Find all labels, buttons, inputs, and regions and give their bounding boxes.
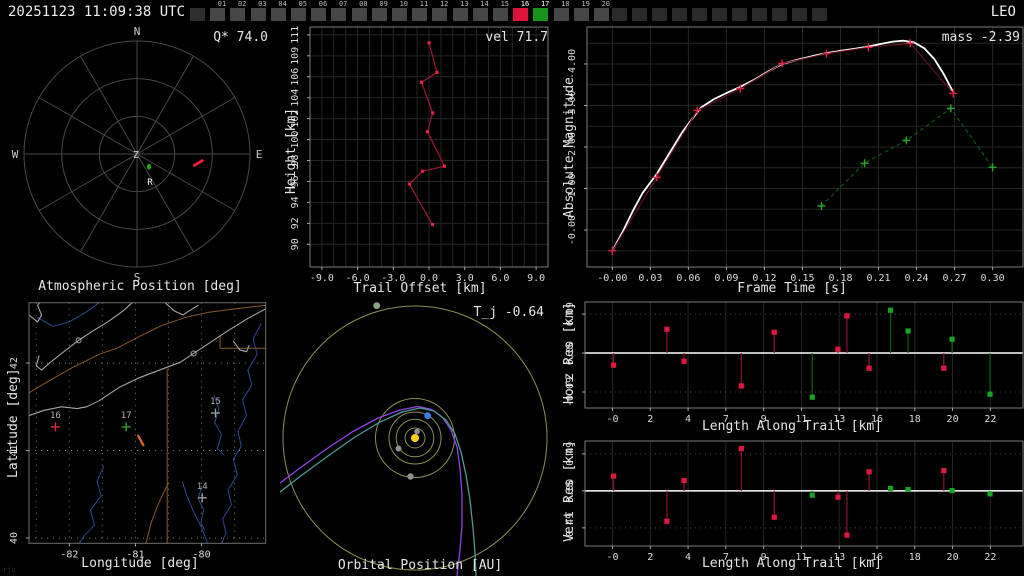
svg-text:104: 104 bbox=[290, 89, 301, 107]
polar-caption: Atmospheric Position [deg] bbox=[38, 279, 242, 294]
station-indicator-20[interactable]: 20 bbox=[594, 1, 610, 21]
station-indicator-09[interactable]: 09 bbox=[371, 1, 388, 21]
svg-text:14: 14 bbox=[197, 482, 208, 492]
station-indicator-17[interactable]: 17 bbox=[533, 1, 549, 21]
svg-text:40: 40 bbox=[9, 532, 20, 544]
svg-text:109: 109 bbox=[290, 47, 301, 65]
station-indicator-02[interactable]: 02 bbox=[230, 1, 246, 21]
station-indicator-08[interactable]: 08 bbox=[351, 1, 368, 21]
station-indicator[interactable] bbox=[792, 8, 807, 21]
station-indicator-13[interactable]: 13 bbox=[452, 1, 469, 21]
svg-text:N: N bbox=[134, 25, 141, 38]
orbital-position-chart bbox=[280, 300, 560, 576]
station-indicator[interactable] bbox=[732, 8, 747, 21]
watermark: rju bbox=[3, 566, 16, 574]
mode-label: LEO bbox=[990, 4, 1016, 20]
svg-text:-4.00: -4.00 bbox=[567, 49, 578, 79]
ground-map-chart: 16 171514-82 -81 -80404142 bbox=[0, 300, 280, 576]
light-curve-chart: -0.00 0.03 0.06 0.09 0.12 0.15 0.18 0.21 0.24 0.2… bbox=[560, 24, 1024, 300]
svg-text:90: 90 bbox=[290, 238, 301, 250]
svg-text:16: 16 bbox=[50, 411, 61, 421]
svg-text:111: 111 bbox=[290, 26, 301, 44]
station-indicator-strip: 01 02 03 04 05 06 07 08 09 10 11 12 13 14 15 16 17 18 19 20 bbox=[190, 0, 850, 24]
vert-res-xlabel: Length Along Trail [km] bbox=[701, 556, 882, 571]
horz-res-ylabel: Horz Res [km] bbox=[562, 302, 577, 404]
station-indicator[interactable] bbox=[752, 8, 767, 21]
map-xlabel: Longitude [deg] bbox=[81, 556, 199, 571]
station-indicator-03[interactable]: 03 bbox=[250, 1, 267, 21]
panel-horz-res: -0 2 4 7 9 11 13 16 18 20 22 0.09 0.00 -0.09 bbox=[560, 300, 1024, 438]
horz-res-chart: -0 2 4 7 9 11 13 16 18 20 220.090.00-0.09 bbox=[560, 300, 1024, 438]
q-annotation: Q* 74.0 bbox=[213, 30, 268, 45]
station-indicator[interactable] bbox=[632, 8, 647, 21]
vert-res-ylabel: Vert Res [km] bbox=[562, 440, 577, 542]
station-indicator-15[interactable]: 15 bbox=[493, 1, 509, 21]
panel-light-curve: -0.00 0.03 0.06 0.09 0.12 0.15 0.18 0.21 0.24 0.2… bbox=[560, 24, 1024, 300]
svg-text:W: W bbox=[12, 148, 19, 161]
panel-ground-map: 16 17 15 14 -82 -81 -80 40 41 42 bbox=[0, 300, 280, 576]
station-indicator[interactable] bbox=[772, 8, 787, 21]
station-indicator[interactable] bbox=[712, 8, 727, 21]
station-indicator-10[interactable]: 10 bbox=[392, 1, 408, 21]
mass-annotation: mass -2.39 bbox=[941, 30, 1020, 45]
svg-text:15: 15 bbox=[210, 397, 221, 407]
svg-text:42: 42 bbox=[9, 357, 20, 369]
station-indicator-18[interactable]: 18 bbox=[553, 1, 570, 21]
station-indicator[interactable] bbox=[652, 8, 667, 21]
station-indicator[interactable] bbox=[612, 8, 627, 21]
station-indicator-07[interactable]: 07 bbox=[331, 1, 347, 21]
svg-text:92: 92 bbox=[290, 217, 301, 229]
station-indicator[interactable] bbox=[672, 8, 687, 21]
station-indicator-14[interactable]: 14 bbox=[472, 1, 489, 21]
vel-annotation: vel 71.7 bbox=[485, 30, 548, 45]
svg-text:106: 106 bbox=[290, 68, 301, 86]
svg-text:94: 94 bbox=[290, 196, 301, 208]
station-indicator[interactable] bbox=[812, 8, 827, 21]
svg-text:E: E bbox=[256, 148, 263, 161]
tj-annotation: T_j -0.64 bbox=[473, 305, 544, 320]
mag-xlabel: Frame Time [s] bbox=[737, 281, 847, 296]
mag-ylabel: Absolute Magnitude bbox=[562, 77, 577, 218]
svg-text:17: 17 bbox=[121, 411, 132, 421]
trail-xlabel: Trail Offset [km] bbox=[353, 281, 487, 296]
station-indicator-19[interactable]: 19 bbox=[573, 1, 590, 21]
station-indicator-01[interactable]: 01 bbox=[210, 1, 226, 21]
atmospheric-position-chart: NSEW ZR bbox=[0, 24, 280, 300]
station-indicator-04[interactable]: 04 bbox=[270, 1, 287, 21]
panel-atmospheric-position: NSEWZR bbox=[0, 24, 280, 300]
panel-orbital-position bbox=[280, 300, 560, 576]
trail-ylabel: Height [km] bbox=[284, 107, 299, 194]
station-indicator[interactable] bbox=[692, 8, 707, 21]
meteor-monitor-screen: 20251123 11:09:38 UTC 01 02 03 04 05 06 07 08 09… bbox=[0, 0, 1024, 576]
station-indicator-06[interactable]: 06 bbox=[311, 1, 327, 21]
svg-text:-0.00: -0.00 bbox=[567, 215, 578, 245]
svg-text:Z: Z bbox=[133, 150, 139, 161]
map-ylabel: Latitude [deg] bbox=[6, 368, 21, 478]
station-indicator-12[interactable]: 12 bbox=[432, 1, 448, 21]
utc-clock: 20251123 11:09:38 UTC bbox=[8, 4, 186, 20]
top-bar: 20251123 11:09:38 UTC 01 02 03 04 05 06 07 08 09… bbox=[0, 0, 1024, 24]
svg-text:R: R bbox=[147, 178, 153, 188]
station-indicator-05[interactable]: 05 bbox=[291, 1, 307, 21]
trail-offset-chart: -9.0 -6.0 -3.0 0.0 3.0 6.0 9.09092949698100102… bbox=[280, 24, 560, 300]
station-indicator[interactable] bbox=[190, 8, 205, 21]
horz-res-xlabel: Length Along Trail [km] bbox=[701, 419, 882, 434]
orbit-caption: Orbital Position [AU] bbox=[337, 558, 503, 573]
station-indicator-16[interactable]: 16 bbox=[513, 1, 529, 21]
station-indicator-11[interactable]: 11 bbox=[412, 1, 428, 21]
panel-trail-offset: -9.0 -6.0 -3.0 0.0 3.0 6.0 9.0 90 92 94 96 98 100 102… bbox=[280, 24, 560, 300]
